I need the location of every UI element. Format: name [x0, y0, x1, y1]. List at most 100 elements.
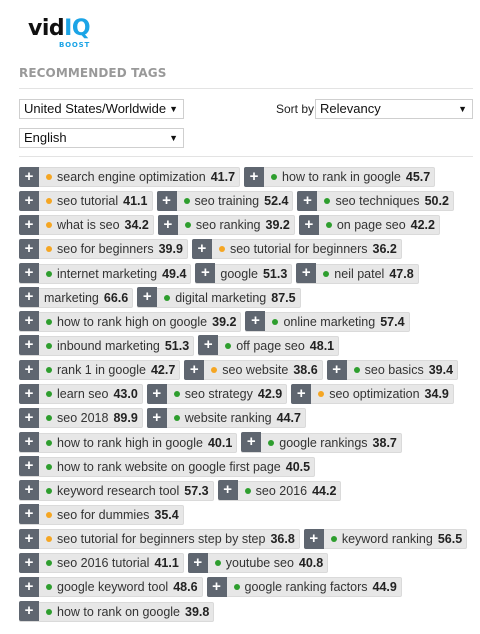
tag-chip[interactable]: + digital marketing 87.5: [137, 287, 301, 308]
tag-chip[interactable]: + seo tutorial 41.1: [19, 190, 153, 212]
tag-chip[interactable]: + seo 2016 44.2: [217, 480, 342, 501]
tag-chip[interactable]: + internet marketing 49.4: [19, 263, 192, 284]
add-tag-plus-icon[interactable]: +: [198, 335, 219, 356]
green-dot-icon: [353, 367, 360, 374]
tag-chip[interactable]: + learn seo 43.0: [19, 383, 143, 405]
green-dot-icon: [46, 463, 52, 470]
add-tag-plus-icon[interactable]: +: [19, 432, 39, 453]
tag-chip[interactable]: + search engine optimization 41.7: [19, 166, 241, 187]
tag-label: keyword research tool: [57, 483, 180, 498]
add-tag-plus-icon[interactable]: +: [298, 214, 319, 235]
add-tag-plus-icon[interactable]: +: [303, 528, 324, 549]
tag-chip[interactable]: + inbound marketing 51.3: [19, 335, 195, 356]
tag-label: google keyword tool: [57, 580, 169, 595]
tag-chip[interactable]: + seo for dummies 35.4: [19, 504, 184, 525]
add-tag-plus-icon[interactable]: +: [206, 576, 227, 597]
tag-label: seo tutorial for beginners: [229, 242, 368, 257]
add-tag-plus-icon[interactable]: +: [217, 480, 238, 501]
add-tag-plus-icon[interactable]: +: [326, 359, 347, 380]
tag-chip[interactable]: + seo tutorial for beginners 36.2: [191, 238, 402, 260]
add-tag-plus-icon[interactable]: +: [244, 166, 265, 187]
tag-chip[interactable]: + keyword research tool 57.3: [19, 480, 214, 501]
add-tag-plus-icon[interactable]: +: [291, 383, 312, 404]
add-tag-plus-icon[interactable]: +: [19, 456, 39, 477]
tag-chip[interactable]: + neil patel 47.8: [296, 263, 419, 284]
tag-chip[interactable]: + off page seo 48.1: [198, 335, 340, 356]
add-tag-plus-icon[interactable]: +: [191, 238, 212, 259]
add-tag-plus-icon[interactable]: +: [187, 552, 208, 573]
add-tag-plus-icon[interactable]: +: [296, 263, 317, 284]
add-tag-plus-icon[interactable]: +: [245, 311, 266, 332]
tag-chip[interactable]: + seo 2016 tutorial 41.1: [19, 552, 184, 574]
tag-row: + seo tutorial for beginners step by step…: [19, 528, 479, 550]
tag-chip[interactable]: + seo basics 39.4: [326, 359, 459, 381]
add-tag-plus-icon[interactable]: +: [146, 383, 167, 404]
add-tag-plus-icon[interactable]: +: [19, 528, 39, 549]
add-tag-plus-icon[interactable]: +: [19, 504, 39, 525]
add-tag-plus-icon[interactable]: +: [19, 480, 39, 501]
tag-chip[interactable]: + seo ranking 39.2: [157, 214, 295, 236]
add-tag-plus-icon[interactable]: +: [137, 287, 158, 308]
tag-chip[interactable]: + what is seo 34.2: [19, 214, 154, 236]
tag-chip[interactable]: + website ranking 44.7: [146, 407, 306, 429]
add-tag-plus-icon[interactable]: +: [19, 359, 39, 380]
orange-dot-icon: [211, 367, 218, 374]
add-tag-plus-icon[interactable]: +: [19, 576, 39, 597]
add-tag-plus-icon[interactable]: +: [19, 263, 39, 284]
add-tag-plus-icon[interactable]: +: [19, 552, 39, 573]
add-tag-plus-icon[interactable]: +: [19, 311, 39, 332]
tag-chip[interactable]: + seo 2018 89.9: [19, 407, 143, 429]
add-tag-plus-icon[interactable]: +: [241, 432, 262, 453]
tag-chip[interactable]: + how to rank in google 45.7: [244, 166, 436, 187]
add-tag-plus-icon[interactable]: +: [195, 263, 216, 284]
tag-chip[interactable]: + google keyword tool 48.6: [19, 576, 203, 598]
tag-chip[interactable]: + rank 1 in google 42.7: [19, 359, 181, 381]
add-tag-plus-icon[interactable]: +: [19, 335, 39, 356]
tag-chip[interactable]: + seo for beginners 39.9: [19, 238, 188, 260]
tag-chip[interactable]: + seo techniques 50.2: [297, 190, 454, 212]
language-select[interactable]: English ▼: [19, 128, 184, 148]
tag-score: 39.2: [265, 218, 290, 233]
add-tag-plus-icon[interactable]: +: [146, 407, 167, 428]
tag-chip[interactable]: + google ranking factors 44.9: [206, 576, 402, 598]
tag-row: + seo tutorial 41.1 + seo training 52.4 + seo t…: [19, 190, 479, 212]
add-tag-plus-icon[interactable]: +: [19, 190, 39, 211]
add-tag-plus-icon[interactable]: +: [19, 601, 39, 622]
tag-chip[interactable]: + keyword ranking 56.5: [303, 528, 468, 550]
tag-chip[interactable]: + seo strategy 42.9: [146, 383, 288, 405]
logo-vid: vid: [28, 16, 65, 41]
add-tag-plus-icon[interactable]: +: [19, 214, 39, 235]
tag-chip[interactable]: + online marketing 57.4: [245, 311, 410, 332]
add-tag-plus-icon[interactable]: +: [19, 383, 39, 404]
tag-chip[interactable]: + seo website 38.6: [184, 359, 323, 381]
add-tag-plus-icon[interactable]: +: [19, 407, 39, 428]
tag-chip[interactable]: + how to rank website on google first pag…: [19, 456, 316, 477]
add-tag-plus-icon[interactable]: +: [19, 238, 39, 259]
add-tag-plus-icon[interactable]: +: [184, 359, 205, 380]
tag-chip[interactable]: + youtube seo 40.8: [187, 552, 329, 574]
tag-label: online marketing: [283, 314, 376, 329]
add-tag-plus-icon[interactable]: +: [157, 214, 178, 235]
tag-chip[interactable]: + seo training 52.4: [156, 190, 294, 212]
tag-chip[interactable]: + how to rank high on google 39.2: [19, 311, 242, 332]
add-tag-plus-icon[interactable]: +: [19, 166, 39, 187]
add-tag-plus-icon[interactable]: +: [297, 190, 318, 211]
divider-top: [19, 88, 473, 89]
tag-chip[interactable]: + seo tutorial for beginners step by step…: [19, 528, 300, 550]
tag-chip[interactable]: + how to rank on google 39.8: [19, 601, 215, 622]
tag-score: 89.9: [113, 411, 138, 426]
tag-chip[interactable]: + google 51.3: [195, 263, 293, 284]
orange-dot-icon: [46, 246, 52, 253]
tag-chip[interactable]: + google rankings 38.7: [241, 432, 402, 453]
add-tag-plus-icon[interactable]: +: [19, 287, 39, 308]
country-select[interactable]: United States/Worldwide ▼: [19, 99, 184, 119]
tag-score: 42.7: [150, 363, 176, 378]
tag-chip[interactable]: + how to rank high in google 40.1: [19, 432, 238, 453]
tag-chip[interactable]: + on page seo 42.2: [298, 214, 440, 236]
tag-chip[interactable]: + seo optimization 34.9: [291, 383, 454, 405]
tag-score: 44.7: [276, 411, 301, 426]
sort-select[interactable]: Relevancy ▼: [315, 99, 473, 119]
green-dot-icon: [272, 318, 279, 325]
tag-chip[interactable]: + marketing 66.6: [19, 287, 134, 308]
add-tag-plus-icon[interactable]: +: [156, 190, 177, 211]
